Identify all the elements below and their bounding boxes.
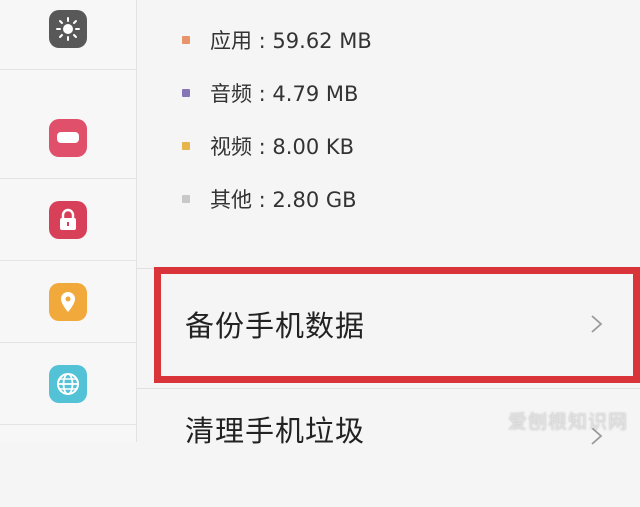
backup-data-label: 备份手机数据	[185, 309, 366, 343]
storage-item-audio: 音频 : 4.79 MB	[182, 78, 358, 108]
storage-label: 应用 : 59.62 MB	[210, 29, 372, 53]
storage-item-other: 其他 : 2.80 GB	[182, 184, 357, 214]
legend-bullet	[182, 195, 190, 203]
clean-junk-label: 清理手机垃圾	[185, 414, 366, 448]
storage-label: 其他 : 2.80 GB	[210, 188, 357, 212]
divider	[137, 388, 640, 389]
chevron-right-icon	[591, 315, 603, 333]
divider	[137, 268, 640, 269]
sidebar-item-battery[interactable]	[0, 97, 136, 179]
legend-bullet	[182, 89, 190, 97]
sidebar-item-location[interactable]	[0, 261, 136, 343]
lock-icon	[49, 200, 87, 239]
location-icon	[49, 282, 87, 321]
globe-icon	[49, 364, 87, 403]
storage-item-apps: 应用 : 59.62 MB	[182, 25, 372, 55]
storage-panel: 应用 : 59.62 MB 音频 : 4.79 MB 视频 : 8.00 KB …	[137, 0, 640, 448]
sidebar-item-more[interactable]	[0, 425, 136, 507]
sidebar-item-brightness[interactable]	[0, 0, 136, 70]
storage-label: 视频 : 8.00 KB	[210, 135, 355, 159]
sidebar-item-security[interactable]	[0, 179, 136, 261]
backup-data-row[interactable]: 备份手机数据	[137, 272, 640, 376]
sidebar-item-network[interactable]	[0, 343, 136, 425]
legend-bullet	[182, 36, 190, 44]
watermark: 爱刨根知识网	[507, 411, 628, 433]
sidebar	[0, 0, 137, 442]
legend-bullet	[182, 142, 190, 150]
storage-item-video: 视频 : 8.00 KB	[182, 131, 354, 161]
brightness-icon	[49, 9, 87, 48]
storage-label: 音频 : 4.79 MB	[210, 82, 359, 106]
battery-icon	[49, 118, 87, 157]
